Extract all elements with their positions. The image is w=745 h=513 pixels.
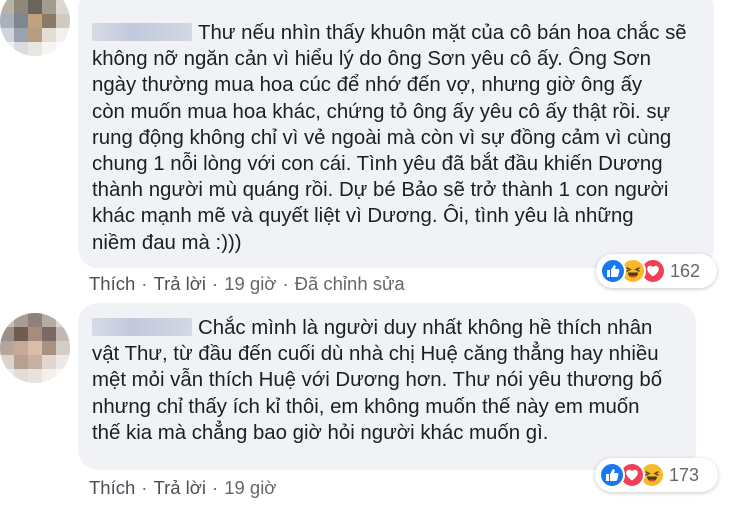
comment-actions: Thích · Trả lời · 19 giờ xyxy=(89,475,276,501)
separator-dot: · xyxy=(212,273,219,294)
comment-bubble: Chắc mình là người duy nhất không hề thí… xyxy=(78,303,696,470)
reaction-summary[interactable]: 162 xyxy=(596,254,717,288)
reply-link[interactable]: Trả lời xyxy=(153,477,206,498)
separator-dot: · xyxy=(141,477,148,498)
avatar[interactable] xyxy=(0,0,70,56)
like-icon xyxy=(600,258,626,284)
timestamp[interactable]: 19 giờ xyxy=(224,477,276,498)
commenter-name[interactable] xyxy=(92,23,192,41)
like-icon xyxy=(599,462,625,488)
avatar[interactable] xyxy=(0,313,70,383)
comment-text: Thư nếu nhìn thấy khuôn mặt của cô bán h… xyxy=(92,22,687,254)
reaction-count: 162 xyxy=(670,260,701,281)
comment-bubble: Thư nếu nhìn thấy khuôn mặt của cô bán h… xyxy=(78,0,714,268)
like-link[interactable]: Thích xyxy=(89,477,135,498)
edited-label[interactable]: Đã chỉnh sửa xyxy=(295,273,405,294)
commenter-name[interactable] xyxy=(92,318,192,336)
reply-link[interactable]: Trả lời xyxy=(153,273,206,294)
separator-dot: · xyxy=(282,273,289,294)
like-link[interactable]: Thích xyxy=(89,273,135,294)
comment-actions: Thích · Trả lời · 19 giờ · Đã chỉnh sửa xyxy=(89,271,405,297)
reaction-summary[interactable]: 173 xyxy=(595,458,718,492)
comment-text: Chắc mình là người duy nhất không hề thí… xyxy=(92,317,663,444)
reaction-count: 173 xyxy=(669,464,700,485)
timestamp[interactable]: 19 giờ xyxy=(224,273,276,294)
separator-dot: · xyxy=(212,477,219,498)
separator-dot: · xyxy=(141,273,148,294)
